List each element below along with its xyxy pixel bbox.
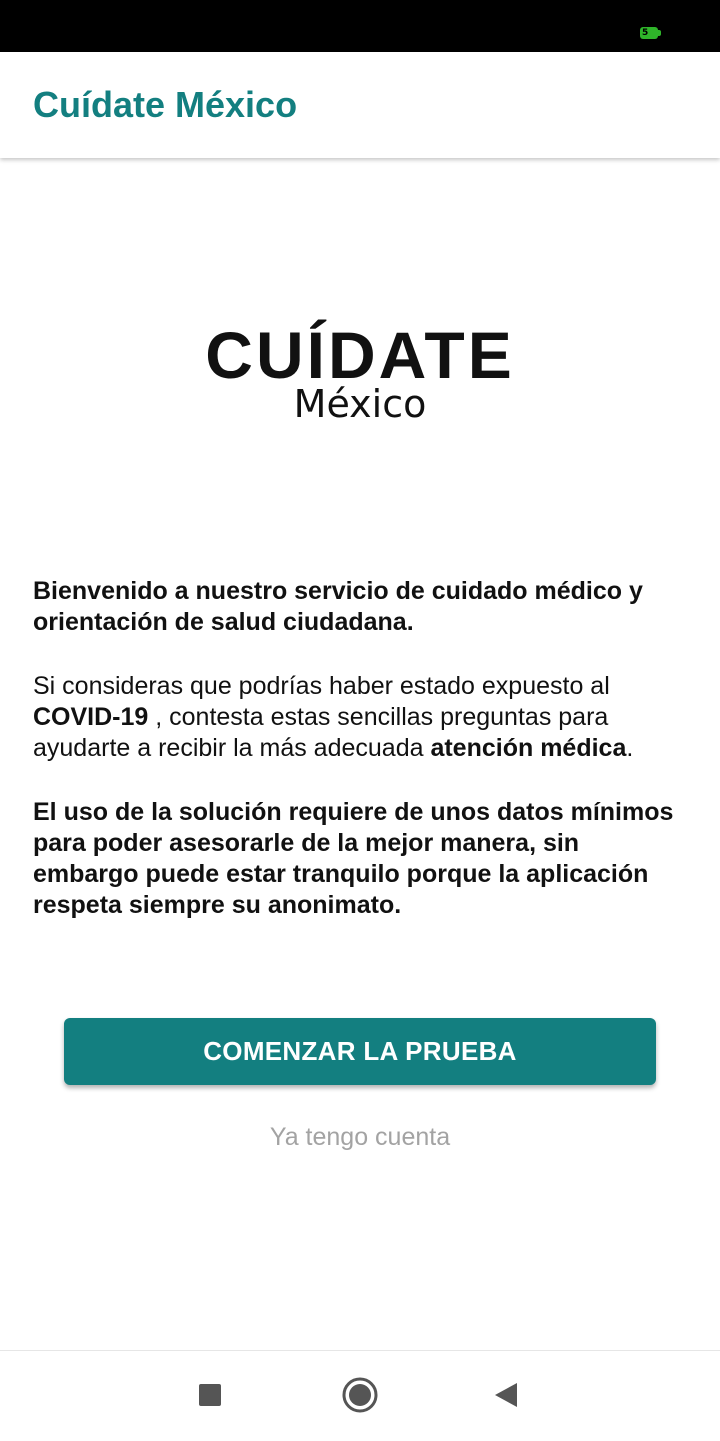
info-text-part1: Si consideras que podrías haber estado e… bbox=[33, 672, 610, 700]
start-test-button[interactable]: COMENZAR LA PRUEBA bbox=[64, 1018, 656, 1085]
circle-icon bbox=[342, 1377, 378, 1413]
app-bar: Cuídate México bbox=[0, 52, 720, 158]
triangle-back-icon bbox=[495, 1383, 517, 1407]
info-text-part3: . bbox=[626, 734, 634, 762]
have-account-link[interactable]: Ya tengo cuenta bbox=[0, 1123, 720, 1152]
square-icon bbox=[199, 1384, 221, 1406]
cuidate-mexico-logo: CUÍDATE México bbox=[180, 308, 540, 428]
navigation-bar bbox=[0, 1350, 720, 1441]
back-button[interactable] bbox=[484, 1373, 528, 1417]
status-bar: 5 bbox=[0, 0, 720, 52]
covid-label: COVID-19 bbox=[33, 703, 149, 731]
logo-graphic: CUÍDATE México bbox=[205, 318, 514, 426]
logo-subtitle: México bbox=[294, 382, 427, 426]
privacy-text: El uso de la solución requiere de unos d… bbox=[33, 798, 674, 919]
welcome-text: Bienvenido a nuestro servicio de cuidado… bbox=[33, 577, 643, 636]
info-text: Si consideras que podrías haber estado e… bbox=[33, 671, 688, 764]
intro-content: Bienvenido a nuestro servicio de cuidado… bbox=[33, 576, 688, 921]
home-button[interactable] bbox=[338, 1373, 382, 1417]
logo-wordmark: CUÍDATE bbox=[205, 318, 514, 392]
atencion-medica-label: atención médica bbox=[430, 734, 627, 762]
battery-icon: 5 bbox=[640, 27, 661, 39]
app-title: Cuídate México bbox=[33, 84, 298, 125]
recents-button[interactable] bbox=[188, 1373, 232, 1417]
